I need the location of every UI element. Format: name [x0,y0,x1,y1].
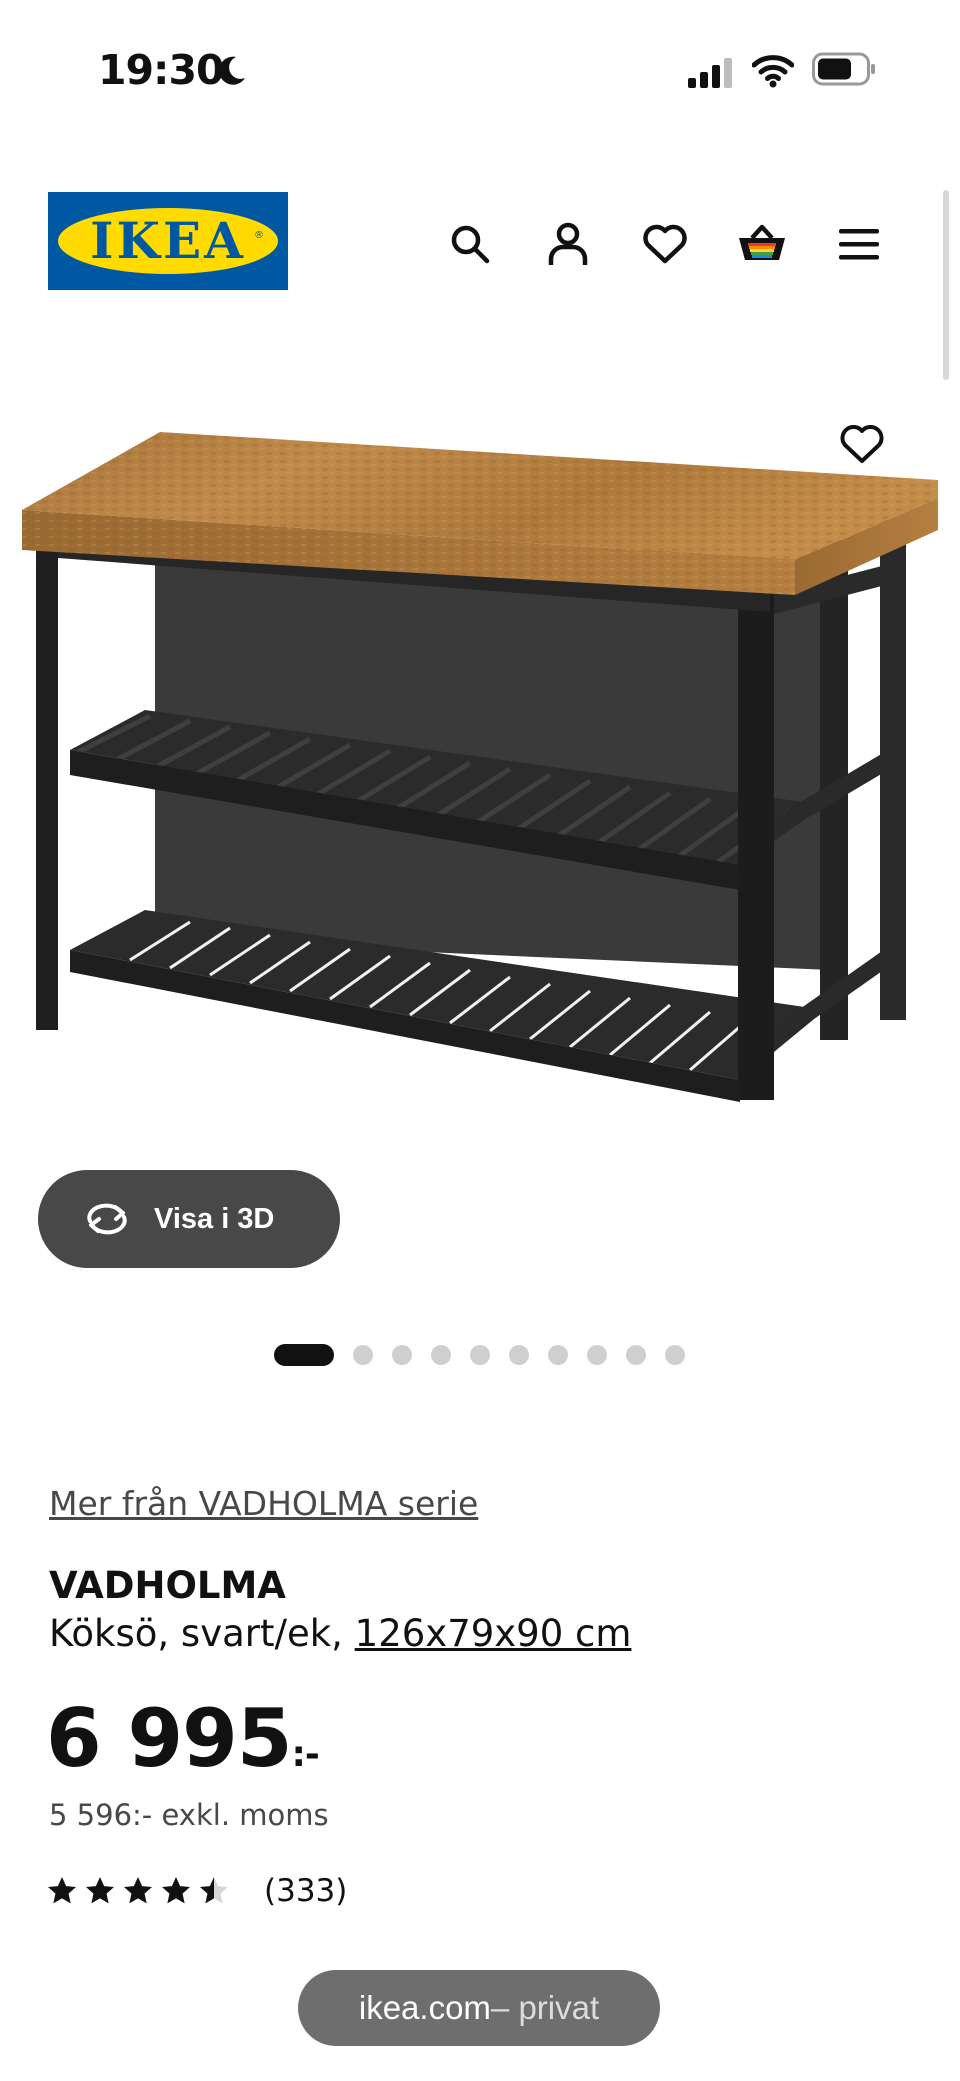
carousel-dot-active[interactable] [274,1344,334,1366]
browser-address-pill[interactable]: ikea.com – privat [298,1970,660,2046]
star-filled-icon [160,1875,192,1907]
page-scrollbar[interactable] [943,190,949,380]
browser-domain: ikea.com [358,1989,491,2026]
heart-icon[interactable] [637,216,693,272]
carousel-dot[interactable] [548,1345,568,1365]
product-image[interactable] [0,380,960,1260]
carousel-dot[interactable] [353,1345,373,1365]
price-excl-vat: 5 596:- exkl. moms [49,1798,329,1832]
shopping-bag-icon[interactable] [734,216,790,272]
status-bar: 19:30 [0,0,960,140]
registered-mark: ® [254,230,264,241]
carousel-dot[interactable] [470,1345,490,1365]
product-name: VADHOLMA [49,1564,286,1607]
carousel-dot[interactable] [392,1345,412,1365]
price-value: 6 995 [46,1692,293,1785]
star-half-icon [198,1875,230,1907]
view-in-3d-label: Visa i 3D [154,1202,275,1235]
rotate-3d-icon [82,1201,132,1237]
view-in-3d-button[interactable]: Visa i 3D [38,1170,340,1268]
battery-icon [812,52,876,90]
carousel-dot[interactable] [587,1345,607,1365]
carousel-dot[interactable] [665,1345,685,1365]
star-filled-icon [122,1875,154,1907]
status-time: 19:30 [98,46,225,94]
ikea-logo[interactable]: IKEA ® [48,192,288,290]
user-icon[interactable] [540,216,596,272]
star-filled-icon [84,1875,116,1907]
moon-icon [214,54,248,92]
search-icon[interactable] [442,216,498,272]
star-filled-icon [46,1875,78,1907]
carousel-dot[interactable] [626,1345,646,1365]
wifi-icon [751,54,795,92]
series-link[interactable]: Mer från VADHOLMA serie [49,1484,478,1523]
carousel-dot[interactable] [509,1345,529,1365]
rating-summary[interactable]: (333) [46,1873,347,1909]
product-favorite-heart-icon[interactable] [832,414,892,474]
logo-wordmark: IKEA [90,211,246,270]
rating-stars [46,1875,236,1907]
product-type: Köksö, svart/ek, [49,1612,355,1655]
cellular-signal-icon [688,58,734,92]
menu-icon[interactable] [831,216,887,272]
product-description: Köksö, svart/ek, 126x79x90 cm [49,1612,631,1655]
browser-private-mode: – privat [490,1989,600,2026]
product-price: 6 995:- [46,1692,320,1785]
carousel-dot[interactable] [431,1345,451,1365]
image-carousel-indicator [274,1344,704,1366]
review-count: (333) [264,1873,348,1909]
site-header: IKEA ® [0,180,960,310]
price-suffix: :- [291,1734,320,1775]
product-dimensions-link[interactable]: 126x79x90 cm [355,1612,632,1655]
